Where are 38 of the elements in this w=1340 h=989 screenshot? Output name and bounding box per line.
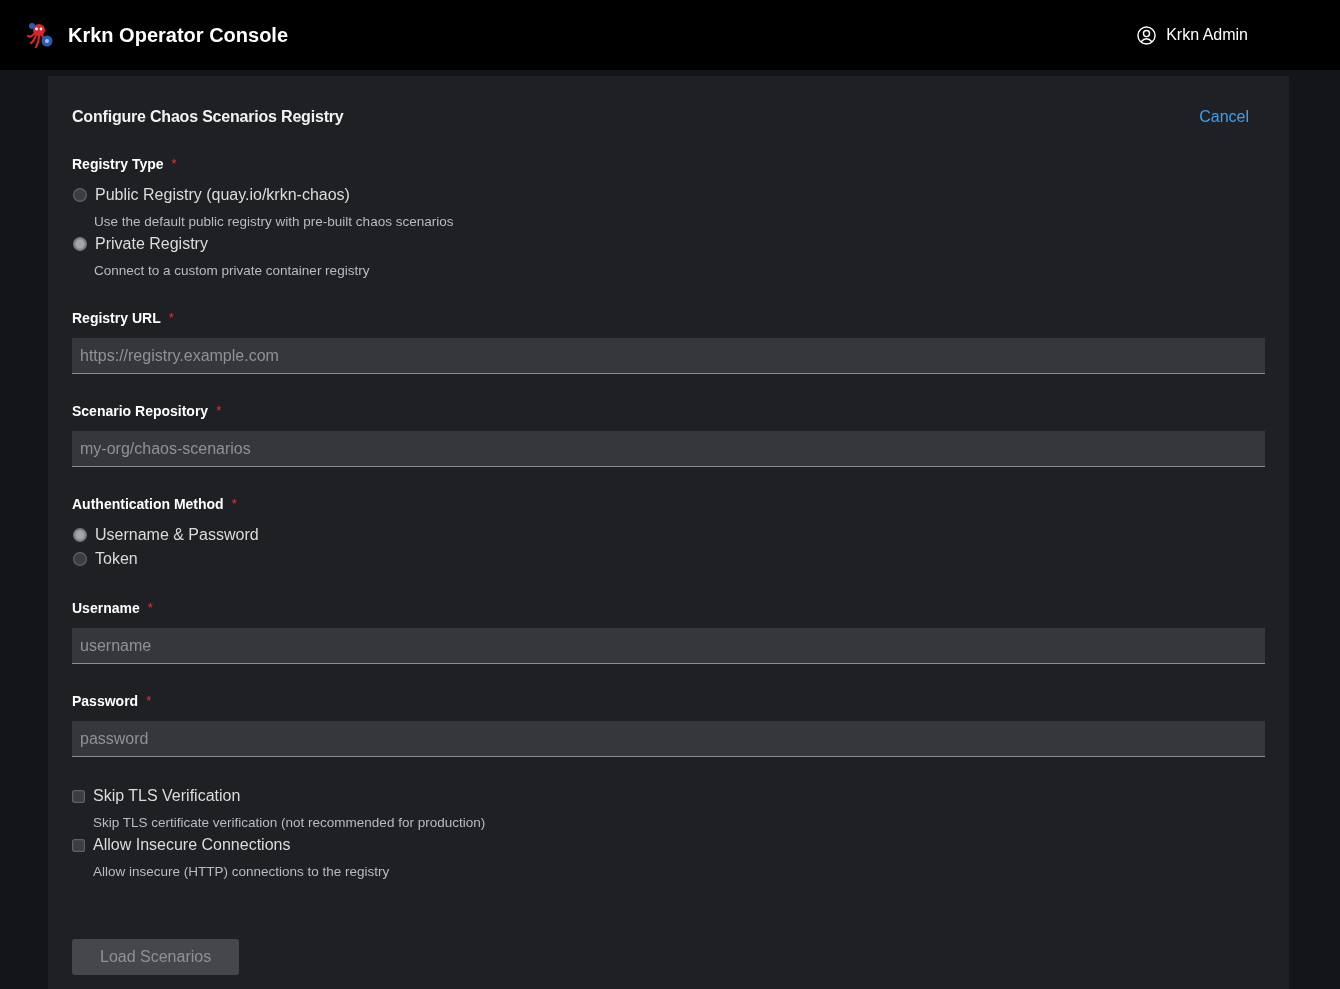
radio-button[interactable] <box>73 528 87 542</box>
checkbox-label[interactable]: Allow Insecure Connections <box>93 833 291 857</box>
user-menu-button[interactable]: Krkn Admin <box>1137 24 1248 46</box>
required-asterisk: * <box>231 495 237 513</box>
radio-button[interactable] <box>73 237 87 251</box>
required-asterisk: * <box>146 692 152 710</box>
option-description: Skip TLS certificate verification (not recommended for production) <box>92 814 486 832</box>
option-description: Connect to a custom private container registry <box>93 262 370 280</box>
checkbox[interactable] <box>72 838 85 852</box>
required-asterisk: * <box>216 402 222 420</box>
option-description: Allow insecure (HTTP) connections to the registry <box>92 863 390 881</box>
required-asterisk: * <box>147 599 153 617</box>
required-asterisk: * <box>171 155 177 173</box>
checkbox-label[interactable]: Skip TLS Verification <box>93 784 241 808</box>
input-field[interactable]: username <box>72 628 1265 664</box>
input-field[interactable]: my-org/chaos-scenarios <box>72 431 1265 467</box>
radio-option-label[interactable]: Username & Password <box>95 523 259 547</box>
radio-button[interactable] <box>73 188 87 202</box>
checkbox[interactable] <box>72 789 85 803</box>
input-field[interactable]: password <box>72 721 1265 757</box>
required-asterisk: * <box>168 309 174 327</box>
radio-option-label[interactable]: Public Registry (quay.io/krkn-chaos) <box>95 183 350 207</box>
radio-button[interactable] <box>73 552 87 566</box>
field-label: Registry Type <box>72 155 164 174</box>
cancel-link[interactable]: Cancel <box>1199 105 1249 129</box>
field-label: Password <box>72 692 139 711</box>
user-icon <box>1137 25 1157 45</box>
field-label: Scenario Repository <box>72 402 209 421</box>
radio-option-label[interactable]: Token <box>95 547 138 571</box>
option-description: Use the default public registry with pre-built chaos scenarios <box>93 213 454 231</box>
field-label: Registry URL <box>72 309 161 328</box>
radio-option-label[interactable]: Private Registry <box>95 232 208 256</box>
octopus-logo-icon <box>27 22 53 48</box>
app-title: Krkn Operator Console <box>68 23 289 48</box>
field-label: Authentication Method <box>72 495 224 514</box>
field-label: Username <box>72 599 140 618</box>
input-field[interactable]: https://registry.example.com <box>72 338 1265 374</box>
form-title: Configure Chaos Scenarios Registry <box>72 107 344 127</box>
